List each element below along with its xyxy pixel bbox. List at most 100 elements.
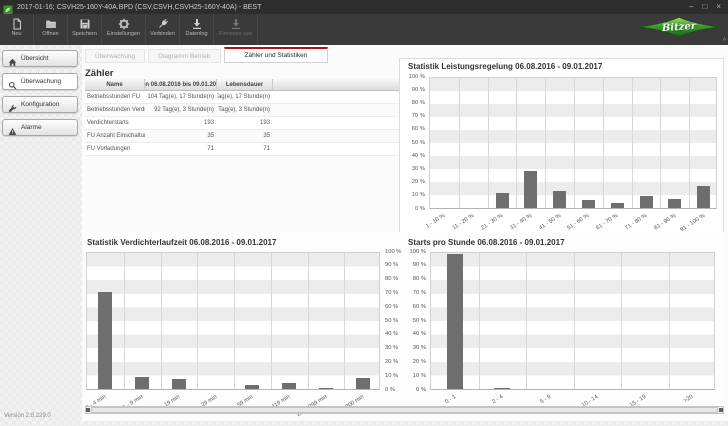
gridline: [526, 253, 527, 389]
table-cell: 92 Tag(e), 3 Stunde(n): [217, 104, 273, 116]
y-axis-tick-label: 80 %: [402, 276, 426, 282]
maximize-button[interactable]: □: [702, 2, 707, 12]
y-axis-tick-label: 10 %: [402, 373, 426, 379]
y-axis-tick-label: 40 %: [401, 153, 425, 159]
y-axis-tick-label: 50 %: [401, 140, 425, 146]
y-axis-tick-label: 10 %: [385, 373, 398, 379]
firmware-download-icon: [230, 17, 242, 29]
scroll-right-arrow-icon[interactable]: [719, 408, 723, 412]
bar: [282, 383, 296, 389]
toolbar: Neu ÖffnenSpeichern Einstellungen Verbinden…: [0, 14, 728, 45]
table-cell: 71: [145, 143, 217, 155]
close-button[interactable]: ×: [716, 2, 721, 12]
sidebar-item-label: Überwachung: [21, 78, 61, 85]
toolbar-button-label: Datenlog: [185, 31, 207, 37]
scrollbar-thumb[interactable]: [91, 407, 718, 413]
table-cell: 71: [217, 143, 273, 155]
y-axis-tick-label: 80 %: [385, 276, 398, 282]
window-controls: –□ ×: [689, 2, 721, 12]
toolbar-button-speichern[interactable]: Speichern: [68, 14, 102, 45]
y-axis-tick-label: 30 %: [402, 345, 426, 351]
home-icon: [8, 54, 17, 63]
bar: [319, 388, 333, 389]
gridline: [479, 253, 480, 389]
sidebar-item--bersicht[interactable]: Übersicht: [2, 50, 78, 67]
toolbar-button-label: Verbinden: [150, 31, 175, 37]
minimize-button[interactable]: –: [689, 2, 693, 12]
chart-title: Statistik Verdichterlaufzeit 06.08.2016 …: [87, 238, 276, 247]
toolbar-button-datenlog[interactable]: Datenlog: [180, 14, 214, 45]
gear-icon: [118, 17, 130, 29]
chart-plot-area: [429, 77, 717, 209]
bitzer-logo: Bitzer: [638, 16, 720, 43]
bar: [496, 193, 509, 208]
collapse-ribbon-icon[interactable]: ^: [723, 38, 726, 45]
chart-leistungsregelung: Statistik Leistungsregelung 06.08.2016 -…: [399, 58, 724, 233]
toolbar-button--ffnen[interactable]: Öffnen: [34, 14, 68, 45]
save-icon: [79, 17, 91, 29]
y-axis-tick-label: 20 %: [402, 359, 426, 365]
table-cell: 104 Tag(e), 17 Stunde(n): [217, 91, 273, 103]
scroll-left-arrow-icon[interactable]: [86, 408, 90, 412]
gridline: [574, 78, 575, 208]
y-axis-tick-label: 20 %: [385, 359, 398, 365]
toolbar-button-firmware-updaten: Firmware updaten: [214, 14, 258, 45]
y-axis-tick-label: 20 %: [401, 179, 425, 185]
open-folder-icon: [45, 17, 57, 29]
y-axis-tick-label: 50 %: [385, 318, 398, 324]
gridline: [271, 253, 272, 389]
sidebar-item-konfiguration[interactable]: Konfiguration: [2, 96, 78, 113]
toolbar-button-einstellungen[interactable]: Einstellungen: [102, 14, 146, 45]
y-axis-tick-label: 90 %: [401, 87, 425, 93]
table-cell: 193: [217, 117, 273, 129]
table-cell: 35: [217, 130, 273, 142]
gridline: [234, 253, 235, 389]
gridline: [660, 78, 661, 208]
bar: [494, 388, 510, 389]
gridline: [545, 78, 546, 208]
y-axis-tick-label: 70 %: [385, 290, 398, 296]
horizontal-scrollbar[interactable]: [85, 406, 724, 414]
gridline: [621, 253, 622, 389]
gridline: [632, 78, 633, 208]
tab-diagramm-betrieb[interactable]: Diagramm Betrieb: [148, 49, 220, 63]
table-cell: Verdichterstarts: [85, 117, 145, 129]
table-cell: FU Anzahl Einschaltungen: [85, 130, 145, 142]
tab-z-hler-und-statistiken[interactable]: Zähler und Statistiken: [224, 47, 329, 63]
download-icon: [191, 17, 203, 29]
tab-bar: ÜberwachungDiagramm Betrieb Zähler und St…: [85, 47, 328, 63]
search-icon: [8, 77, 17, 86]
bar: [356, 378, 370, 389]
bar: [172, 379, 186, 389]
tab--berwachung[interactable]: Überwachung: [85, 49, 145, 63]
sidebar-item-alarme[interactable]: Alarme: [2, 119, 78, 136]
y-axis-tick-label: 60 %: [402, 304, 426, 310]
column-header: Von 06.08.2016 bis 09.01.2017: [145, 79, 217, 91]
table-cell: 104 Tag(e), 17 Stunde(n): [145, 91, 217, 103]
column-header: Name: [85, 79, 145, 91]
toolbar-button-verbinden[interactable]: Verbinden: [146, 14, 180, 45]
y-axis-tick-label: 90 %: [385, 262, 398, 268]
main-area: ÜbersichtÜberwachungKonfigurationAlarme …: [0, 45, 728, 426]
sidebar-item-label: Alarme: [21, 124, 42, 131]
gridline: [488, 78, 489, 208]
y-axis-tick-label: 60 %: [401, 126, 425, 132]
table-cell: 35: [145, 130, 217, 142]
y-axis-tick-label: 80 %: [401, 100, 425, 106]
toolbar-button-label: Neu: [11, 31, 21, 37]
counters-table-title: Zähler: [85, 68, 114, 79]
sidebar-item--berwachung[interactable]: Überwachung: [2, 73, 78, 90]
bar: [135, 377, 149, 389]
titlebar: 2017-01-16; CSVH25-160Y-40A.BPD (CSV,CSV…: [0, 0, 728, 14]
chart-plot-area: [86, 252, 380, 390]
y-axis-tick-label: 100 %: [385, 249, 401, 255]
toolbar-button-neu[interactable]: Neu: [0, 14, 34, 45]
y-axis-tick-label: 0 %: [385, 387, 395, 393]
connect-plug-icon: [157, 17, 169, 29]
table-cell: Betriebsstunden FU: [85, 91, 145, 103]
gridline: [197, 253, 198, 389]
toolbar-button-label: Einstellungen: [107, 31, 140, 37]
y-axis-tick-label: 70 %: [402, 290, 426, 296]
gridline: [574, 253, 575, 389]
bar: [245, 385, 259, 389]
